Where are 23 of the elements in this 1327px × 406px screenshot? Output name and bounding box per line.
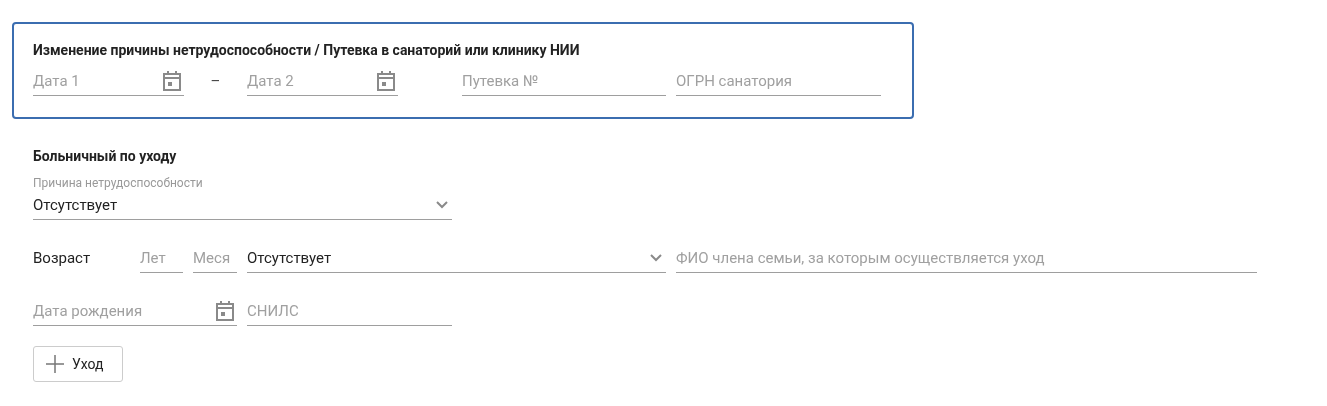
birth-date-field[interactable]: Дата рождения [33,296,237,326]
voucher-field[interactable]: Путевка № [462,66,666,96]
calendar-icon[interactable] [216,301,234,321]
field-label: Причина нетрудоспособности [33,176,204,190]
months-field[interactable]: Меся [193,243,237,273]
calendar-icon[interactable] [377,71,395,91]
snils-field[interactable]: СНИЛС [247,296,452,326]
plus-icon [46,355,64,373]
years-field[interactable]: Лет [140,243,183,273]
relation-select[interactable]: Отсутствует [247,243,666,273]
reason-select[interactable]: Отсутствует [33,190,452,220]
chevron-down-icon[interactable] [650,253,662,262]
date-field[interactable]: Дата 1 [33,66,184,96]
chevron-down-icon[interactable] [436,200,448,209]
ogrn-field[interactable]: ОГРН санатория [676,66,881,96]
date-field[interactable]: Дата 2 [247,66,398,96]
calendar-icon[interactable] [163,71,181,91]
age-label: Возраст [33,248,92,269]
card-title: Изменение причины нетрудоспособности / Путевка в санаторий или клинику НИИ [33,42,581,58]
section-title: Больничный по уходу [33,148,178,164]
range-dash: – [209,71,222,92]
family-member-field[interactable]: ФИО члена семьи, за которым осуществляется уход [676,243,1257,273]
add-care-button[interactable]: Уход [33,346,123,382]
